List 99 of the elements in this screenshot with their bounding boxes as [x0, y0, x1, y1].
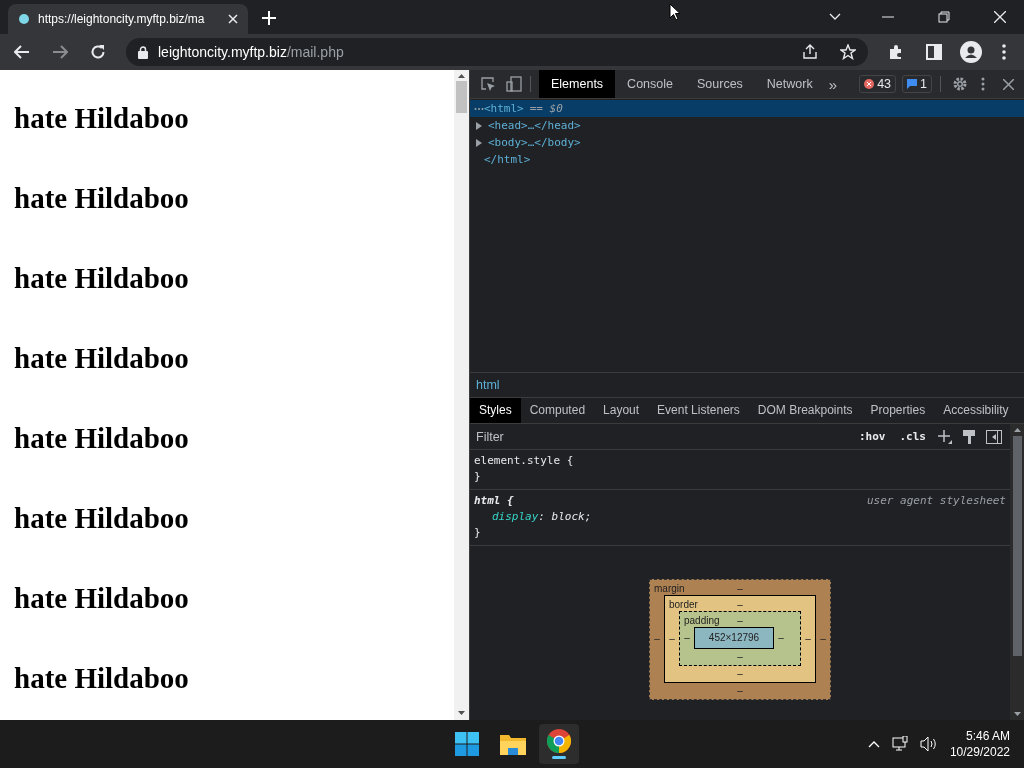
- box-value: –: [668, 632, 676, 645]
- cls-toggle[interactable]: .cls: [897, 430, 928, 443]
- share-icon[interactable]: [802, 44, 818, 60]
- sidebar-tab[interactable]: Styles: [470, 398, 521, 423]
- volume-icon[interactable]: [919, 736, 938, 752]
- box-value: –: [737, 668, 743, 679]
- box-value: –: [737, 583, 743, 595]
- back-icon[interactable]: [14, 45, 30, 59]
- scroll-up-icon[interactable]: [458, 74, 465, 78]
- scrollbar[interactable]: [1010, 424, 1024, 720]
- devtools-tab[interactable]: Console: [615, 70, 685, 98]
- expand-triangle-icon[interactable]: [476, 121, 482, 130]
- dom-node[interactable]: <html> == $0: [484, 100, 563, 117]
- page-heading: hate Hildaboo: [14, 661, 190, 696]
- expand-triangle-icon[interactable]: [476, 138, 482, 147]
- page-heading: hate Hildaboo: [14, 421, 190, 456]
- ellipsis-icon[interactable]: [474, 106, 484, 111]
- page-heading: hate Hildaboo: [14, 261, 190, 296]
- hov-toggle[interactable]: :hov: [857, 430, 888, 443]
- new-tab-icon[interactable]: [262, 11, 276, 25]
- box-value: –: [683, 632, 691, 644]
- more-icon[interactable]: [981, 77, 985, 91]
- side-panel-icon[interactable]: [926, 44, 942, 60]
- lock-icon: [138, 45, 148, 59]
- closing-brace: }: [474, 525, 481, 541]
- puzzle-icon[interactable]: [888, 44, 904, 60]
- sidebar-tab[interactable]: Computed: [520, 398, 595, 423]
- box-label: border: [669, 599, 699, 611]
- date-text: 10/29/2022: [949, 744, 1010, 760]
- forward-icon[interactable]: [52, 45, 68, 59]
- scroll-thumb[interactable]: [1012, 436, 1022, 656]
- sidebar-tab[interactable]: DOM Breakpoints: [748, 398, 862, 423]
- sidebar-toggle-icon[interactable]: [986, 429, 1002, 444]
- url-text: leightoncity.myftp.biz/mail.php: [158, 44, 344, 60]
- css-selector: element.style {: [474, 453, 574, 469]
- paint-roller-icon[interactable]: [962, 429, 976, 444]
- clock[interactable]: 5:46 AM 10/29/2022: [949, 728, 1010, 760]
- chevron-up-icon[interactable]: [867, 740, 880, 748]
- sidebar-tab[interactable]: Properties: [861, 398, 935, 423]
- sidebar-tab[interactable]: Accessibility: [934, 398, 1018, 423]
- restore-icon[interactable]: [938, 11, 950, 23]
- message-icon: [907, 79, 918, 89]
- css-selector: html {: [474, 493, 514, 509]
- sidebar-tab[interactable]: Event Listeners: [648, 398, 749, 423]
- message-count-badge[interactable]: 1: [902, 75, 932, 93]
- close-icon[interactable]: [1003, 78, 1014, 90]
- page-heading: hate Hildaboo: [14, 341, 190, 376]
- box-value: –: [653, 633, 661, 645]
- browser-tab[interactable]: https://leightoncity.myftp.biz/ma: [8, 4, 248, 34]
- scroll-thumb[interactable]: [456, 81, 467, 113]
- dom-node[interactable]: </html>: [484, 151, 531, 168]
- profile-icon[interactable]: [960, 41, 982, 63]
- cursor-icon: [669, 3, 681, 21]
- more-tabs-icon[interactable]: »: [828, 75, 838, 93]
- css-declaration: display: block;: [491, 509, 593, 525]
- devtools-tab[interactable]: Network: [754, 70, 825, 98]
- box-label: margin: [654, 583, 686, 595]
- error-count-badge[interactable]: 43: [859, 75, 897, 93]
- page-heading: hate Hildaboo: [14, 581, 190, 616]
- page-heading: hate Hildaboo: [14, 501, 190, 536]
- settings-icon[interactable]: [953, 77, 967, 91]
- box-value: –: [737, 685, 743, 696]
- add-rule-icon[interactable]: [938, 429, 952, 444]
- breadcrumb[interactable]: html: [476, 378, 500, 392]
- star-icon[interactable]: [840, 44, 856, 60]
- error-icon: [864, 79, 875, 89]
- browser-taskbar-button[interactable]: [539, 724, 579, 764]
- address-bar[interactable]: leightoncity.myftp.biz/mail.php: [126, 38, 868, 66]
- reload-icon[interactable]: [90, 44, 106, 60]
- scroll-up-icon[interactable]: [1013, 428, 1021, 432]
- box-value: –: [804, 632, 812, 645]
- devtools-tab[interactable]: Elements: [539, 70, 616, 98]
- more-icon[interactable]: [1002, 44, 1006, 60]
- content-size: 452×12796: [694, 627, 774, 649]
- box-value: –: [737, 651, 743, 662]
- box-value: –: [819, 633, 827, 645]
- rule-origin: user agent stylesheet: [866, 493, 1006, 509]
- network-icon[interactable]: [891, 736, 908, 752]
- time-text: 5:46 AM: [965, 728, 1010, 744]
- box-label: padding: [684, 615, 721, 627]
- closing-brace: }: [474, 469, 481, 485]
- box-value: –: [737, 615, 743, 627]
- dom-node[interactable]: <head>…</head>: [488, 117, 581, 134]
- dom-node[interactable]: <body>…</body>: [488, 134, 581, 151]
- scroll-down-icon[interactable]: [458, 711, 465, 715]
- page-heading: hate Hildaboo: [14, 101, 190, 136]
- devtools-tab[interactable]: Sources: [685, 70, 755, 98]
- browser-logo-icon: [547, 729, 571, 753]
- device-toolbar-icon[interactable]: [506, 76, 522, 92]
- sidebar-tab[interactable]: Layout: [594, 398, 649, 423]
- box-value: –: [777, 632, 785, 644]
- scroll-down-icon[interactable]: [1013, 712, 1021, 716]
- scrollbar[interactable]: [454, 70, 469, 720]
- page-heading: hate Hildaboo: [14, 181, 190, 216]
- folder-icon: [500, 733, 526, 755]
- inspect-icon[interactable]: [480, 76, 496, 92]
- box-value: –: [737, 599, 743, 611]
- chevron-down-icon[interactable]: [829, 13, 841, 21]
- windows-logo-icon: [455, 732, 479, 756]
